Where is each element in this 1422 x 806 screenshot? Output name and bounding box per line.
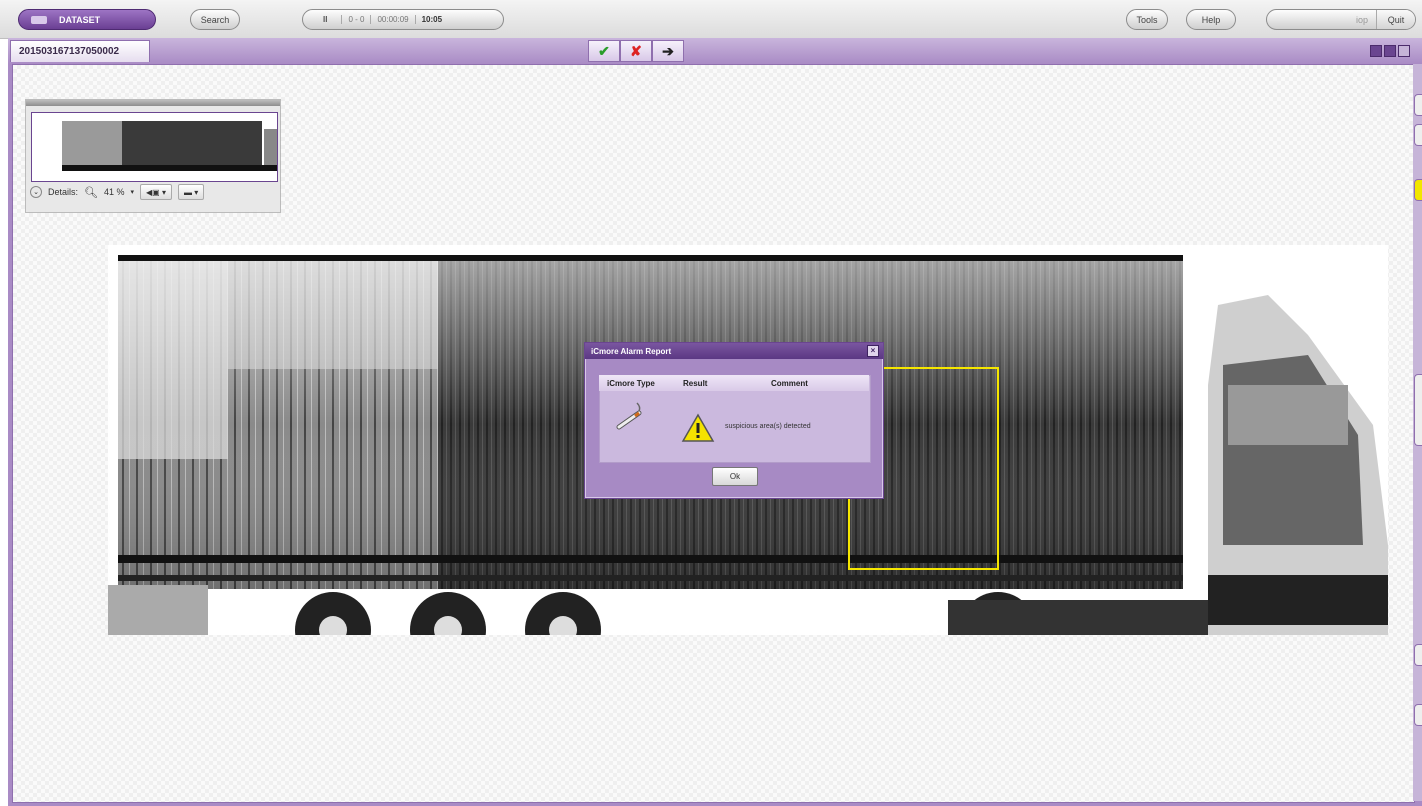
collapse-icon[interactable]: ⌄ bbox=[30, 186, 42, 198]
image-viewer[interactable]: ⌄ Details: 🔍︎ 41 % ▾ ◀▣ ▾ ▬ ▾ iCmore Ala… bbox=[12, 64, 1415, 803]
search-button[interactable]: Search bbox=[190, 9, 240, 30]
tab-scan[interactable]: 201503167137050002 bbox=[10, 40, 150, 62]
right-side-panel bbox=[1413, 64, 1422, 801]
elapsed-time: 00:00:09 bbox=[371, 15, 416, 24]
thumbnail-image bbox=[32, 113, 300, 181]
pause-button[interactable]: II bbox=[303, 15, 343, 24]
overview-panel: ⌄ Details: 🔍︎ 41 % ▾ ◀▣ ▾ ▬ ▾ bbox=[25, 99, 300, 213]
progress-text: 0 - 0 bbox=[342, 15, 372, 24]
column-comment: Comment bbox=[771, 379, 808, 388]
column-type: iCmore Type bbox=[607, 379, 655, 388]
side-tool-3[interactable] bbox=[1414, 644, 1422, 666]
accept-button[interactable]: ✔ bbox=[588, 40, 620, 62]
top-toolbar: DATASET Search II 0 - 0 00:00:09 10:05 T… bbox=[0, 0, 1422, 39]
cigarette-icon bbox=[616, 402, 642, 430]
tab-bar: 201503167137050002 ✔ ✘ ➔ bbox=[8, 38, 1422, 64]
ok-button[interactable]: Ok bbox=[712, 467, 758, 486]
user-quit-group: iop Quit bbox=[1266, 9, 1416, 30]
comment-text: suspicious area(s) detected bbox=[725, 423, 811, 430]
dialog-titlebar: iCmore Alarm Report × bbox=[585, 343, 883, 359]
side-tool-1[interactable] bbox=[1414, 94, 1422, 116]
magnifier-icon: 🔍︎ bbox=[84, 186, 98, 199]
column-result: Result bbox=[683, 379, 708, 388]
dataset-button[interactable]: DATASET bbox=[18, 9, 156, 30]
overview-thumbnail[interactable] bbox=[31, 112, 300, 182]
close-icon[interactable] bbox=[1398, 45, 1410, 57]
side-tool-2[interactable] bbox=[1414, 124, 1422, 146]
tools-button[interactable]: Tools bbox=[1126, 9, 1168, 30]
view-mode-dropdown[interactable]: ◀▣ ▾ bbox=[140, 184, 172, 200]
reject-button[interactable]: ✘ bbox=[620, 40, 652, 62]
help-button[interactable]: Help bbox=[1186, 9, 1236, 30]
side-scroll-handle[interactable] bbox=[1414, 374, 1422, 446]
playback-control[interactable]: II 0 - 0 00:00:09 10:05 bbox=[302, 9, 504, 30]
zoom-dropdown-icon[interactable]: ▾ bbox=[131, 188, 135, 196]
dataset-label: DATASET bbox=[59, 14, 101, 25]
zoom-value[interactable]: 41 % bbox=[104, 187, 125, 197]
alarm-report-dialog: iCmore Alarm Report × iCmore Type Result… bbox=[584, 342, 884, 499]
minimize-icon[interactable] bbox=[1370, 45, 1382, 57]
user-label: iop bbox=[1355, 14, 1368, 25]
dialog-close-icon[interactable]: × bbox=[867, 345, 879, 357]
dialog-table-header: iCmore Type Result Comment bbox=[599, 375, 869, 391]
overview-header bbox=[26, 100, 280, 106]
maximize-icon[interactable] bbox=[1384, 45, 1396, 57]
details-label: Details: bbox=[48, 187, 79, 197]
clock-time: 10:05 bbox=[421, 15, 443, 24]
next-button[interactable]: ➔ bbox=[652, 40, 684, 62]
side-tool-alert[interactable] bbox=[1414, 179, 1422, 201]
warning-triangle-icon bbox=[681, 413, 715, 442]
side-tool-4[interactable] bbox=[1414, 704, 1422, 726]
dataset-icon bbox=[31, 15, 47, 24]
dialog-title: iCmore Alarm Report bbox=[591, 346, 672, 356]
scan-window: 201503167137050002 ✔ ✘ ➔ ⌄ Details: 🔍︎ 4… bbox=[8, 38, 1422, 806]
overview-controls: ⌄ Details: 🔍︎ 41 % ▾ ◀▣ ▾ ▬ ▾ bbox=[30, 184, 205, 200]
quit-button[interactable]: Quit bbox=[1376, 10, 1415, 29]
vehicle-type-dropdown[interactable]: ▬ ▾ bbox=[177, 184, 205, 200]
